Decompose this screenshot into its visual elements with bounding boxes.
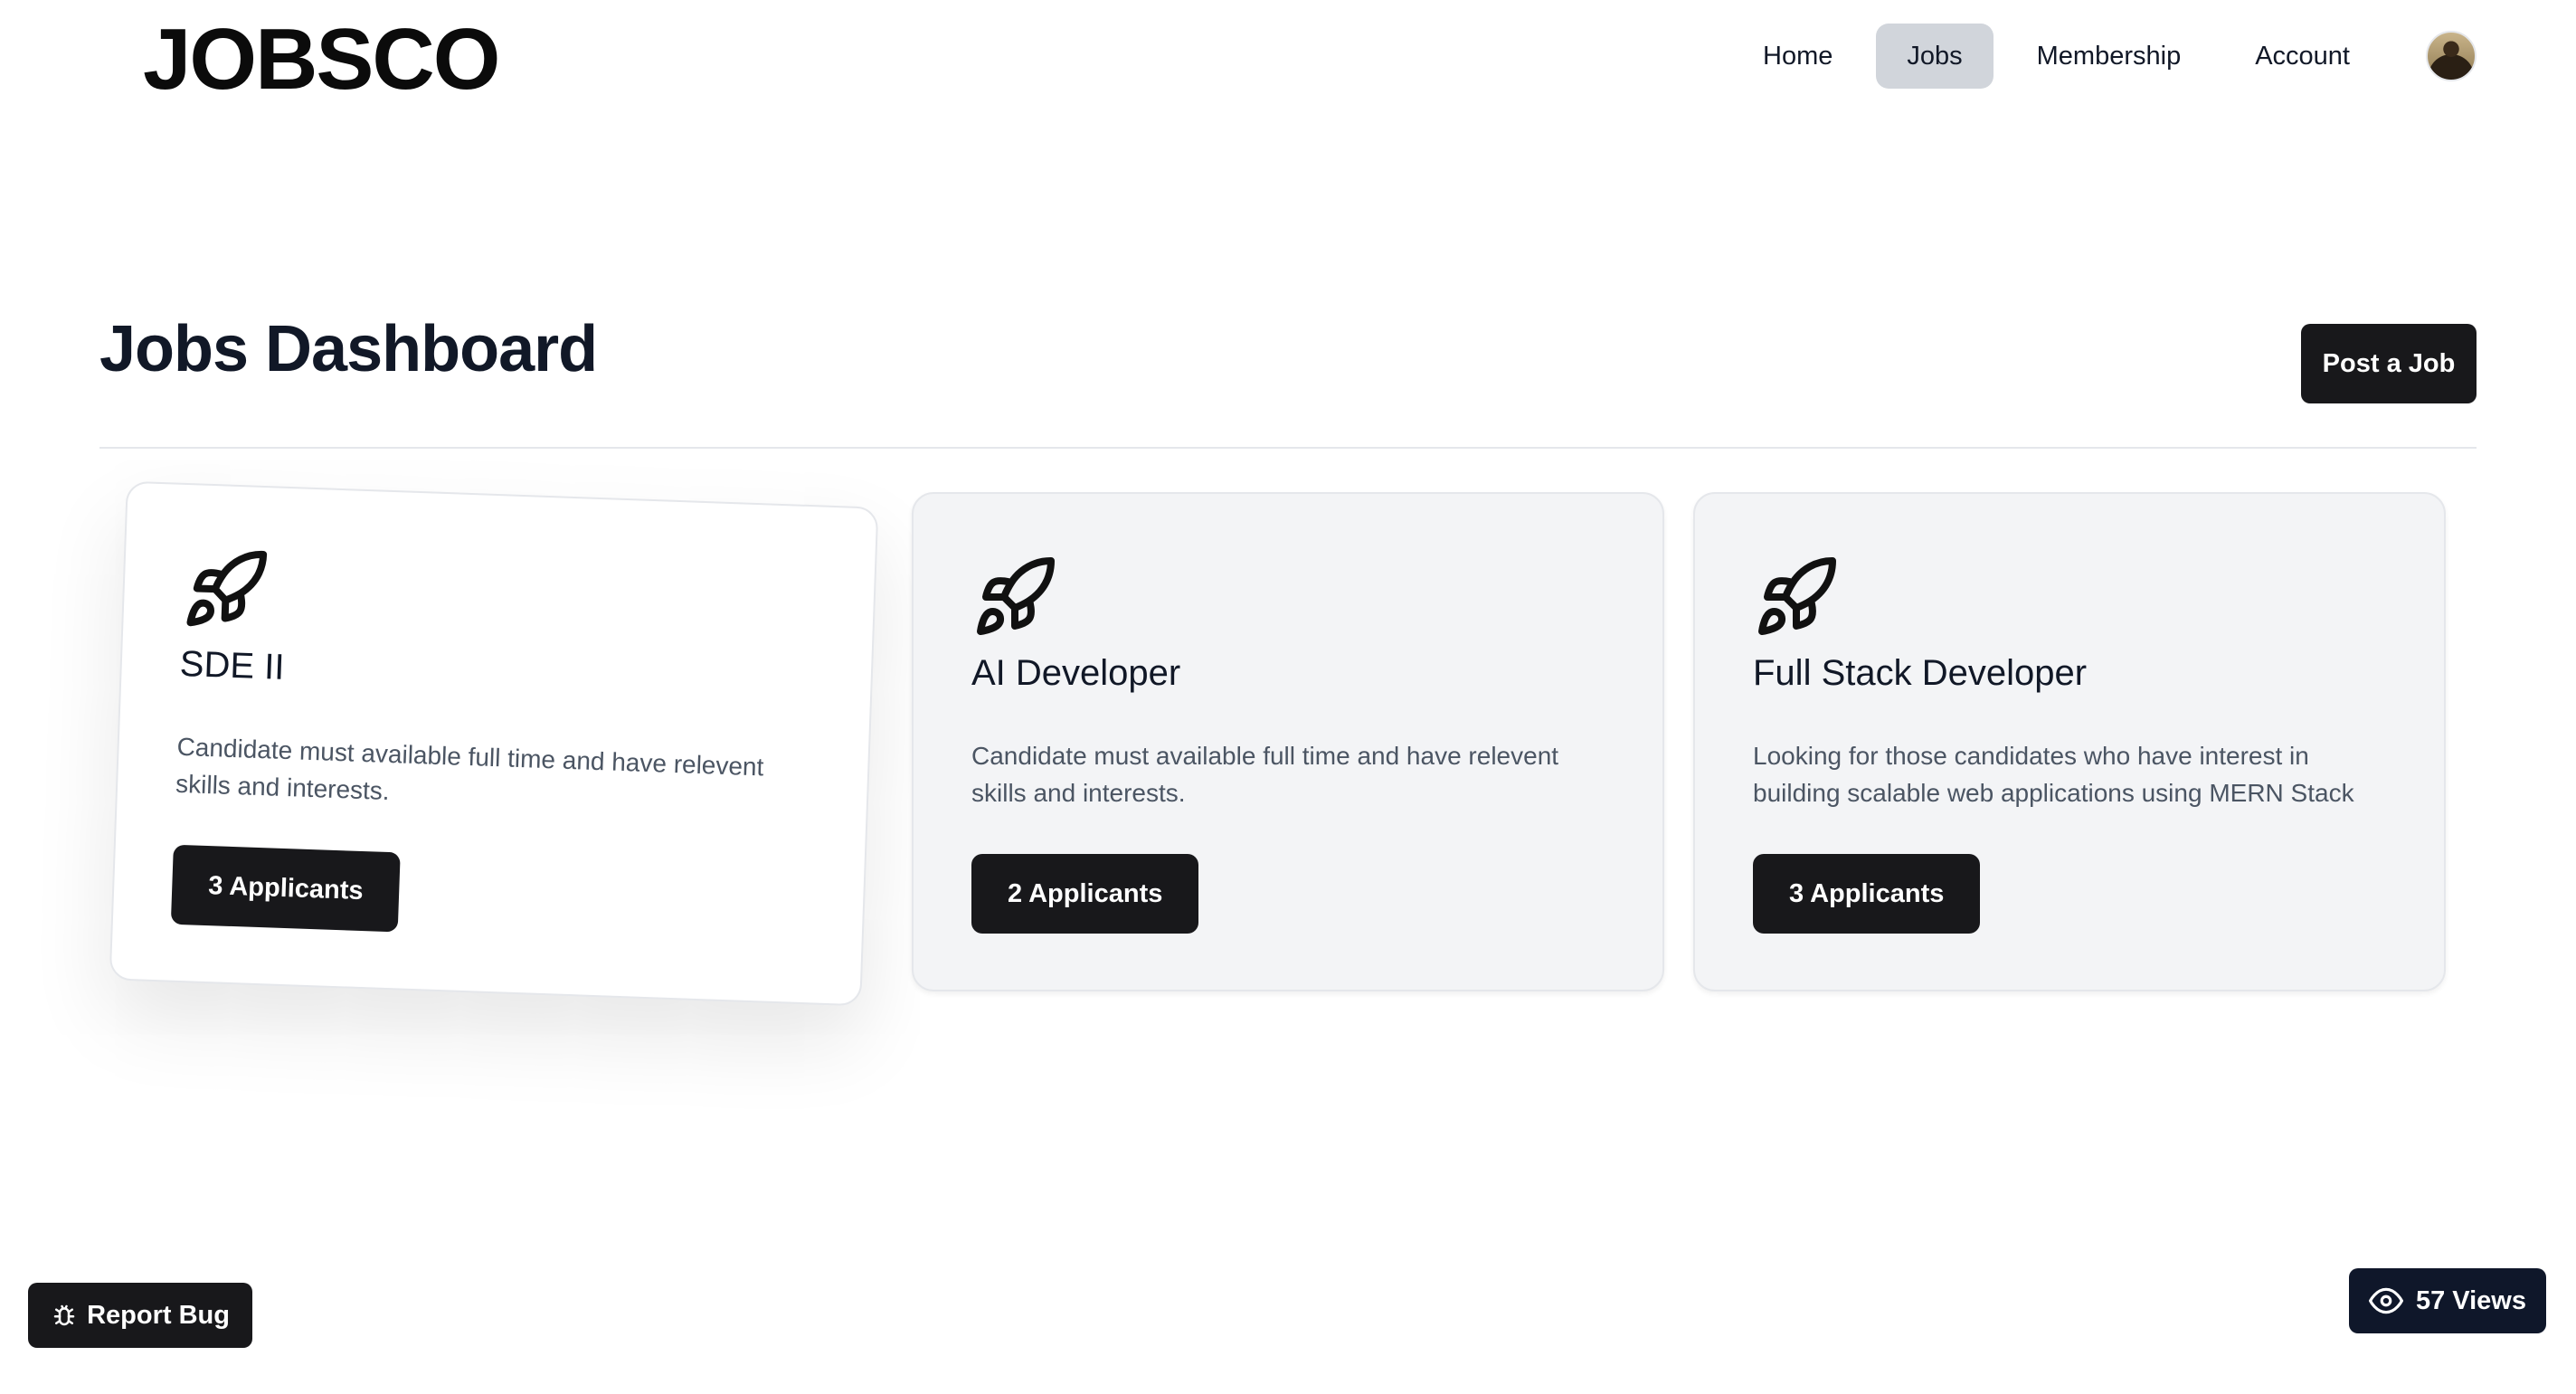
job-card-full-stack-developer[interactable]: Full Stack Developer Looking for those c… xyxy=(1693,492,2446,991)
nav-jobs[interactable]: Jobs xyxy=(1876,24,1994,89)
post-job-button[interactable]: Post a Job xyxy=(2301,324,2477,403)
top-header: JOBSCO Home Jobs Membership Account xyxy=(0,0,2576,114)
report-bug-button[interactable]: Report Bug xyxy=(28,1283,252,1348)
job-title: Full Stack Developer xyxy=(1753,653,2088,693)
avatar[interactable] xyxy=(2426,31,2477,81)
main-nav: Home Jobs Membership Account xyxy=(1719,24,2477,89)
eye-icon xyxy=(2368,1287,2403,1314)
views-badge: 57 Views xyxy=(2349,1268,2546,1333)
applicants-button[interactable]: 3 Applicants xyxy=(170,844,402,933)
nav-home[interactable]: Home xyxy=(1732,24,1863,89)
rocket-icon xyxy=(1758,556,1836,635)
job-description: Candidate must available full time and h… xyxy=(175,732,764,805)
nav-membership[interactable]: Membership xyxy=(2006,24,2212,89)
rocket-icon xyxy=(186,550,268,627)
page-title: Jobs Dashboard xyxy=(99,313,598,385)
divider xyxy=(99,447,2477,449)
job-title: AI Developer xyxy=(971,653,1181,693)
rocket-icon xyxy=(977,556,1055,635)
job-card-sde-ii[interactable]: SDE II Candidate must available full tim… xyxy=(109,480,879,1007)
bug-icon xyxy=(53,1304,75,1326)
applicants-button[interactable]: 3 Applicants xyxy=(1753,854,1981,934)
job-card-ai-developer[interactable]: AI Developer Candidate must available fu… xyxy=(912,492,1664,991)
job-description: Candidate must available full time and h… xyxy=(971,742,1559,807)
page: JOBSCO Home Jobs Membership Account Jobs… xyxy=(0,0,2576,1394)
nav-account[interactable]: Account xyxy=(2224,24,2381,89)
report-bug-label: Report Bug xyxy=(87,1300,230,1330)
job-description: Looking for those candidates who have in… xyxy=(1753,742,2354,807)
logo[interactable]: JOBSCO xyxy=(143,16,500,103)
applicants-button[interactable]: 2 Applicants xyxy=(971,854,1199,934)
job-title: SDE II xyxy=(179,643,286,688)
views-count: 57 Views xyxy=(2415,1285,2526,1315)
